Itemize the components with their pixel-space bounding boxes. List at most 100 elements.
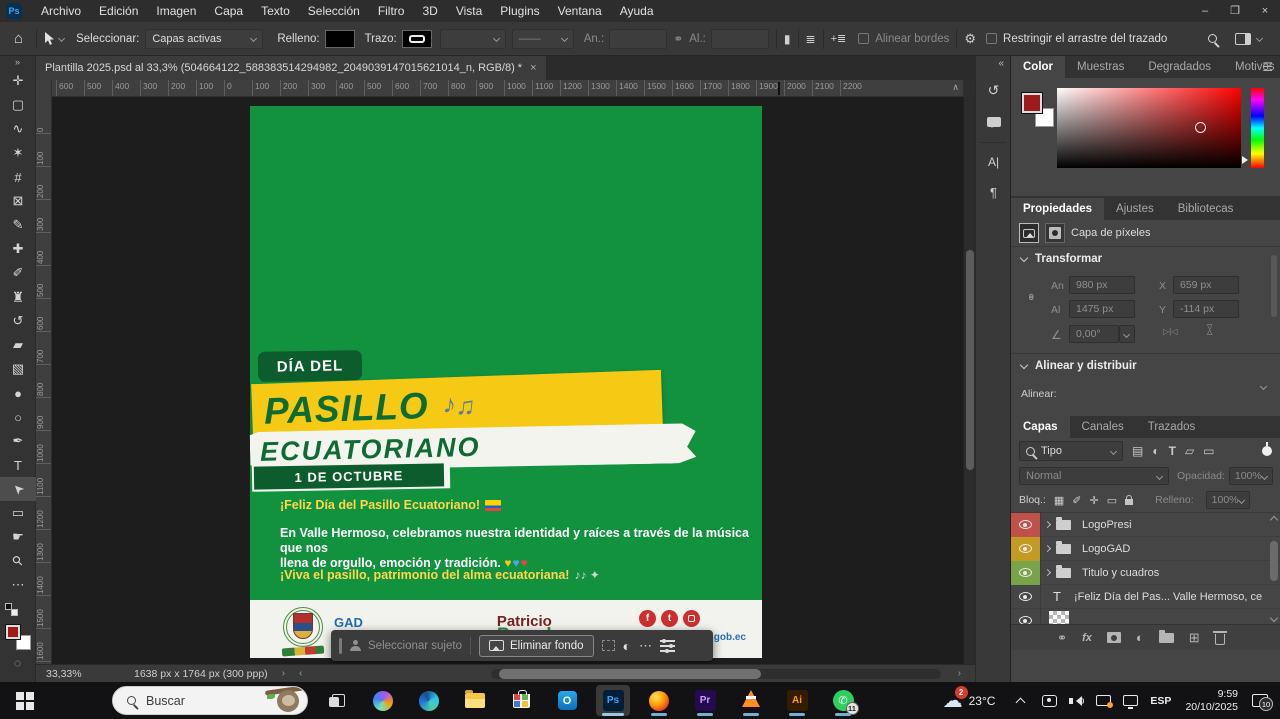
group-chevron-icon[interactable]: [1041, 561, 1053, 585]
selection-tool-icon[interactable]: [44, 32, 55, 46]
stroke-width-input[interactable]: [440, 29, 506, 49]
panel-tab[interactable]: Capas: [1011, 416, 1070, 438]
home-icon[interactable]: ⌂: [14, 30, 23, 47]
taskbar-drag-handle[interactable]: [339, 638, 342, 654]
layer-visibility-toggle[interactable]: [1011, 513, 1041, 537]
foreground-color-swatch[interactable]: [5, 624, 21, 640]
transform-icon[interactable]: [602, 640, 615, 651]
frame-tool[interactable]: ⊠: [0, 189, 36, 213]
premiere-button[interactable]: Pr: [688, 685, 722, 716]
character-panel-icon[interactable]: A|: [976, 148, 1011, 176]
gradient-tool[interactable]: ▧: [0, 357, 36, 381]
pen-tool[interactable]: ✒: [0, 429, 36, 453]
filter-shape-icon[interactable]: ▱: [1185, 444, 1194, 458]
layer-row[interactable]: T ¡Feliz Día del Pas... Valle Hermoso, c…: [1011, 585, 1280, 609]
eyedropper-tool[interactable]: ✎: [0, 213, 36, 237]
menu-item[interactable]: Ayuda: [611, 0, 663, 22]
rectangle-tool[interactable]: ▭: [0, 501, 36, 525]
status-arrow-left-icon[interactable]: ‹: [299, 668, 302, 679]
stroke-type-dropdown[interactable]: ——: [512, 29, 574, 49]
paragraph-panel-icon[interactable]: ¶: [976, 178, 1011, 206]
move-tool[interactable]: ✛: [0, 69, 36, 93]
quick-selection-tool[interactable]: ✶: [0, 141, 36, 165]
pixel-layer-icon[interactable]: [1019, 223, 1039, 243]
comments-panel-icon[interactable]: [976, 108, 1011, 136]
panel-menu-icon[interactable]: ☰: [1262, 56, 1273, 78]
filter-smart-object-icon[interactable]: ▭: [1203, 444, 1214, 458]
start-button[interactable]: [16, 692, 34, 710]
delete-layer-icon[interactable]: [1215, 634, 1225, 645]
search-box[interactable]: Buscar: [112, 686, 308, 715]
panel-tab[interactable]: Color: [1011, 56, 1065, 78]
link-layers-icon[interactable]: ⚭: [1057, 631, 1067, 645]
stroke-swatch[interactable]: [402, 30, 432, 48]
width-input[interactable]: [609, 29, 667, 49]
blur-tool[interactable]: ●: [0, 381, 36, 405]
tray-camera-icon[interactable]: [1042, 695, 1057, 707]
dock-collapse-icon[interactable]: »: [0, 56, 35, 69]
layer-visibility-toggle[interactable]: [1011, 537, 1041, 561]
section-collapse-icon[interactable]: [1020, 253, 1028, 261]
tray-expand-icon[interactable]: [1016, 697, 1026, 707]
panel-tab[interactable]: Ajustes: [1104, 198, 1166, 220]
scrollbar-thumb[interactable]: [966, 250, 974, 470]
panel-scrollbar[interactable]: [1271, 255, 1277, 317]
status-arrow-right-icon[interactable]: ›: [282, 668, 285, 679]
y-value[interactable]: -114 px: [1173, 300, 1239, 318]
microsoft-store-button[interactable]: [504, 685, 538, 716]
lock-transparency-icon[interactable]: ▦: [1054, 494, 1064, 507]
whatsapp-button[interactable]: ✆11: [826, 685, 860, 716]
adjustment-layer-icon[interactable]: ◐: [1136, 630, 1144, 645]
foreground-background-swatches[interactable]: [5, 624, 31, 650]
temperature[interactable]: 23°C: [969, 694, 996, 708]
lock-pixels-icon[interactable]: ✐: [1072, 494, 1081, 507]
height-input[interactable]: [711, 29, 769, 49]
layer-style-icon[interactable]: fx: [1082, 632, 1092, 644]
photoshop-button[interactable]: Ps: [596, 685, 630, 716]
menu-item[interactable]: Imagen: [147, 0, 205, 22]
menu-item[interactable]: Selección: [299, 0, 369, 22]
document-tab[interactable]: Plantilla 2025.psd al 33,3% (504664122_5…: [36, 56, 546, 80]
filter-text-icon[interactable]: T: [1169, 444, 1176, 458]
panel-color-swatches[interactable]: [1021, 92, 1057, 128]
menu-item[interactable]: Filtro: [369, 0, 414, 22]
scrollbar-thumb[interactable]: [499, 669, 761, 679]
color-spectrum-field[interactable]: [1057, 88, 1241, 168]
layer-row[interactable]: T Titulo y cuadros: [1011, 561, 1280, 585]
ruler-collapse-icon[interactable]: ∧: [952, 82, 959, 93]
lasso-tool[interactable]: ∿: [0, 117, 36, 141]
weather-widget[interactable]: ☁2: [943, 688, 963, 713]
filter-image-icon[interactable]: ▤: [1132, 444, 1143, 458]
foreground-color-swatch[interactable]: [1021, 92, 1043, 114]
flip-horizontal-icon[interactable]: ▷|◁: [1163, 327, 1177, 336]
flip-vertical-icon[interactable]: ▽△: [1207, 325, 1212, 335]
mask-icon[interactable]: [1045, 223, 1065, 243]
height-value[interactable]: 1475 px: [1069, 300, 1135, 318]
adjustment-icon[interactable]: ◐: [623, 638, 631, 654]
menu-item[interactable]: Plugins: [491, 0, 548, 22]
restore-button[interactable]: ❐: [1220, 0, 1250, 22]
new-layer-icon[interactable]: ⊞: [1189, 630, 1200, 646]
remove-background-button[interactable]: Eliminar fondo: [479, 635, 594, 657]
hand-tool[interactable]: ☛: [0, 525, 36, 549]
layer-row[interactable]: T LogoPresi: [1011, 513, 1280, 537]
default-colors-icon[interactable]: [5, 603, 18, 616]
marquee-tool[interactable]: ▢: [0, 93, 36, 117]
zoom-level-field[interactable]: 33,33%: [46, 668, 98, 680]
type-tool[interactable]: T: [0, 453, 36, 477]
angle-value[interactable]: 0,00°: [1069, 325, 1119, 343]
search-icon[interactable]: [1208, 34, 1217, 43]
language-indicator[interactable]: ESP: [1150, 695, 1171, 707]
panel-tab[interactable]: Trazados: [1136, 416, 1208, 438]
workspace-chevron-icon[interactable]: [1256, 35, 1263, 42]
expand-panels-icon[interactable]: «: [998, 58, 1004, 69]
constrain-path-checkbox[interactable]: [986, 33, 997, 44]
link-dimensions-icon[interactable]: ⚭: [673, 32, 683, 46]
menu-item[interactable]: Archivo: [32, 0, 90, 22]
gear-icon[interactable]: ⚙: [964, 31, 976, 47]
network-display-icon[interactable]: [1123, 695, 1138, 706]
history-panel-icon[interactable]: ↺: [976, 76, 1011, 104]
notifications-button[interactable]: 10: [1252, 694, 1268, 707]
minimize-button[interactable]: –: [1190, 0, 1220, 22]
section-collapse-icon[interactable]: [1020, 360, 1028, 368]
